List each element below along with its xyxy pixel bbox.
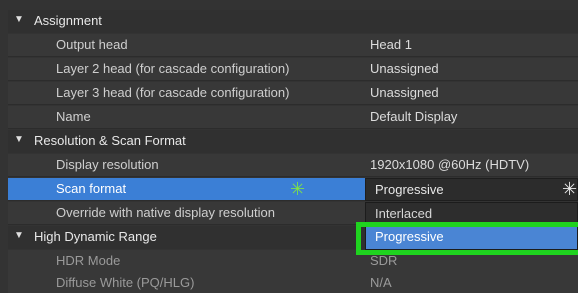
property-row-name[interactable]: Name Default Display (8, 106, 578, 129)
property-label: Display resolution (56, 157, 159, 172)
section-title: Resolution & Scan Format (34, 133, 186, 148)
property-row-output-head[interactable]: Output head Head 1 (8, 34, 578, 57)
property-value[interactable]: Default Display (370, 109, 457, 124)
triangle-down-icon[interactable]: ▼ (14, 230, 24, 241)
option-label: Interlaced (375, 206, 433, 221)
highlight-annotation-box (356, 222, 578, 255)
property-value[interactable]: 1920x1080 @60Hz (HDTV) (370, 157, 529, 172)
property-label: Override with native display resolution (56, 205, 275, 220)
property-value[interactable]: Unassigned (370, 61, 439, 76)
click-spark-icon: ✳ (290, 179, 306, 199)
property-row-display-resolution[interactable]: Display resolution 1920x1080 @60Hz (HDTV… (8, 154, 578, 177)
triangle-down-icon[interactable]: ▼ (14, 134, 24, 145)
property-panel: ▼ Assignment Output head Head 1 Layer 2 … (0, 0, 578, 293)
property-row-layer3-head[interactable]: Layer 3 head (for cascade configuration)… (8, 82, 578, 105)
property-label: HDR Mode (56, 253, 121, 268)
combobox-value: Progressive (375, 182, 444, 197)
property-label: Name (56, 109, 91, 124)
property-label: Scan format (56, 181, 127, 196)
triangle-down-icon[interactable]: ▼ (14, 14, 24, 25)
property-row-layer2-head[interactable]: Layer 2 head (for cascade configuration)… (8, 58, 578, 81)
property-label: Layer 2 head (for cascade configuration) (56, 61, 290, 76)
property-value[interactable]: Head 1 (370, 37, 412, 52)
scan-format-combobox[interactable]: Progressive ✳ (365, 178, 578, 201)
section-header-resolution[interactable]: ▼ Resolution & Scan Format (8, 130, 578, 153)
section-title: Assignment (34, 13, 102, 28)
property-value[interactable]: Unassigned (370, 85, 439, 100)
property-value: SDR (370, 253, 398, 268)
property-label: Diffuse White (PQ/HLG) (56, 275, 195, 290)
property-label: Output head (56, 37, 128, 52)
property-label: Layer 3 head (for cascade configuration) (56, 85, 290, 100)
property-value: N/A (370, 275, 392, 290)
section-title: High Dynamic Range (34, 229, 157, 244)
property-row-diffuse-white[interactable]: Diffuse White (PQ/HLG) N/A (8, 272, 578, 293)
section-header-assignment[interactable]: ▼ Assignment (8, 10, 578, 33)
click-spark-icon: ✳ (562, 179, 578, 199)
